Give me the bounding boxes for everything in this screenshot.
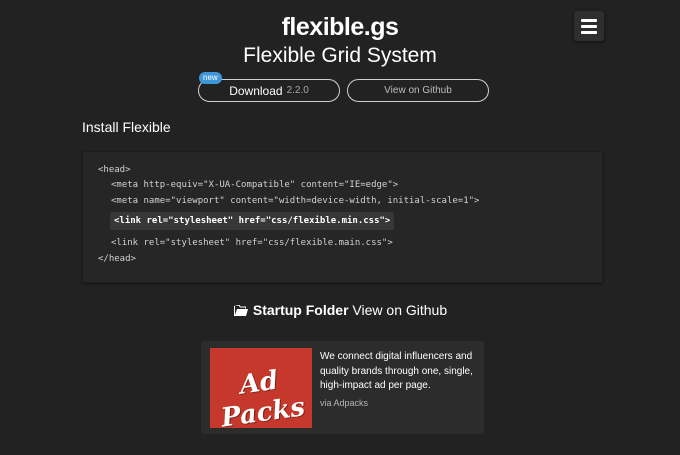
new-badge: new (199, 72, 222, 84)
ad-container: Ad Packs We connect digital influencers … (201, 341, 484, 434)
ad-description[interactable]: We connect digital influencers and quali… (320, 350, 480, 394)
startup-github-link[interactable]: View on Github (352, 302, 447, 318)
startup-folder-link[interactable]: Startup Folder View on Github (0, 302, 680, 320)
code-line-head-open: <head> (98, 165, 131, 175)
ad-via-link[interactable]: via Adpacks (320, 398, 368, 408)
install-heading: Install Flexible (82, 119, 171, 135)
adpacks-logo-text: Ad Packs (219, 365, 307, 428)
code-line-link-min[interactable]: <link rel="stylesheet" href="css/flexibl… (110, 212, 395, 230)
code-line-meta-ua: <meta http-equiv="X-UA-Compatible" conte… (111, 180, 399, 190)
menu-bar (581, 30, 597, 34)
startup-folder-label: Startup Folder (252, 302, 349, 318)
download-label: Download (229, 83, 283, 98)
menu-bar (581, 24, 597, 28)
code-line-link-main: <link rel="stylesheet" href="css/flexibl… (111, 238, 393, 248)
adpacks-logo-image[interactable]: Ad Packs (210, 348, 312, 428)
page-subtitle: Flexible Grid System (243, 44, 437, 67)
hamburger-menu-icon[interactable] (574, 11, 604, 41)
folder-open-icon (233, 304, 249, 320)
code-line-head-close: </head> (98, 254, 136, 264)
view-on-github-button[interactable]: View on Github (347, 79, 489, 102)
menu-bar (581, 18, 597, 22)
code-snippet[interactable]: <head> <meta http-equiv="X-UA-Compatible… (82, 151, 603, 283)
download-version: 2.2.0 (286, 85, 309, 96)
code-line-meta-viewport: <meta name="viewport" content="width=dev… (111, 196, 480, 206)
